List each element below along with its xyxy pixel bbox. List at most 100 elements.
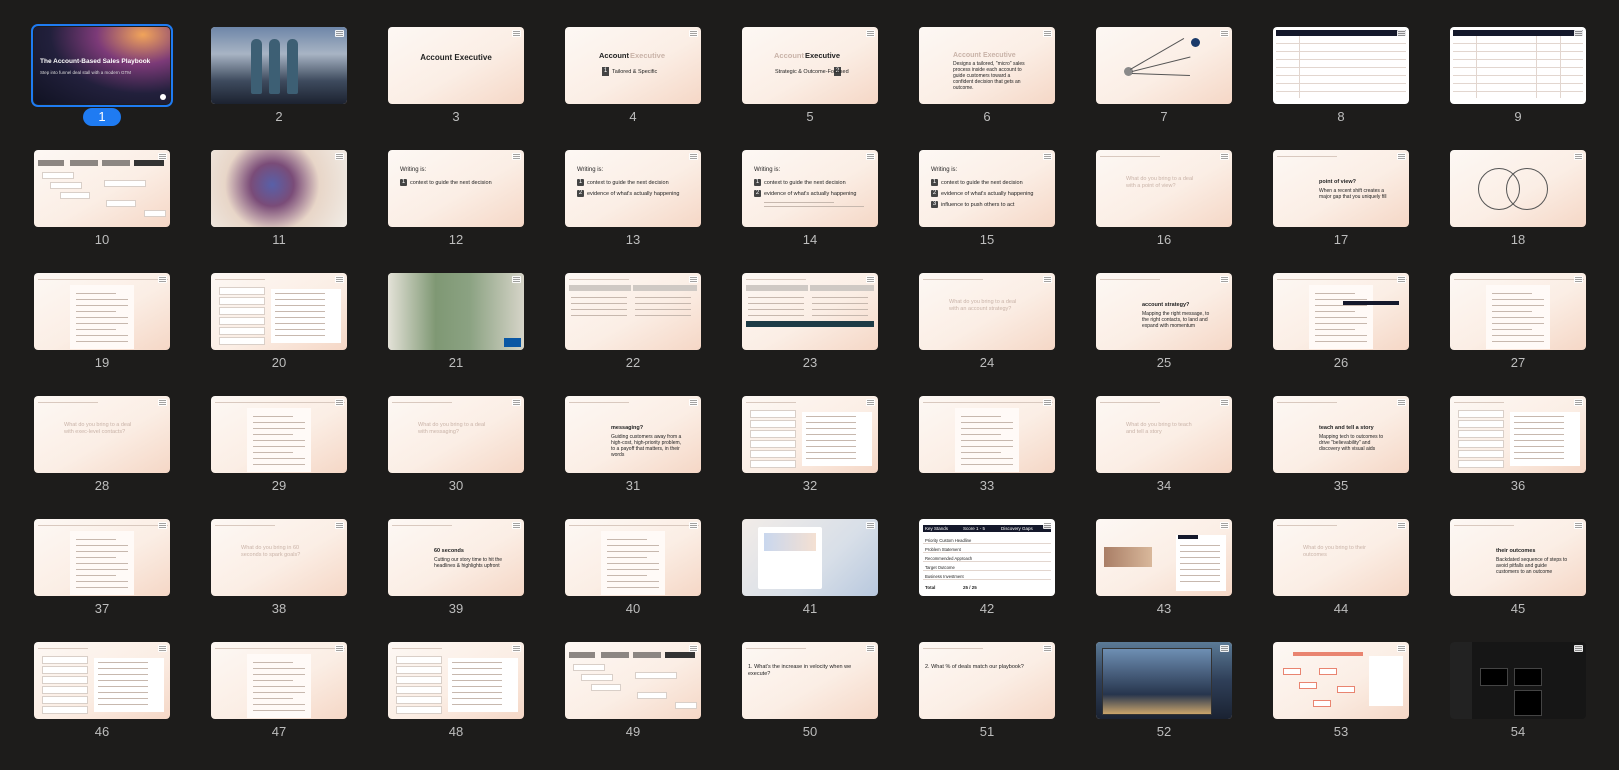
more-options-icon[interactable]	[689, 522, 698, 529]
slide-preview[interactable]	[211, 27, 347, 104]
slide-thumbnail-1[interactable]: The Account-Based Sales Playbook Step int…	[31, 24, 173, 150]
more-options-icon[interactable]	[866, 276, 875, 283]
slide-preview[interactable]	[388, 642, 524, 719]
slide-preview[interactable]	[1096, 642, 1232, 719]
more-options-icon[interactable]	[1220, 399, 1229, 406]
more-options-icon[interactable]	[1574, 522, 1583, 529]
slide-thumbnail-31[interactable]: messaging? Guiding customers away from a …	[565, 396, 701, 519]
slide-thumbnail-40[interactable]: 40	[565, 519, 701, 642]
slide-thumbnail-32[interactable]: 32	[742, 396, 878, 519]
more-options-icon[interactable]	[689, 153, 698, 160]
slide-thumbnail-27[interactable]: 27	[1450, 273, 1586, 396]
more-options-icon[interactable]	[1220, 276, 1229, 283]
slide-preview[interactable]: The Account-Based Sales Playbook Step int…	[31, 24, 173, 107]
slide-preview[interactable]: 60 seconds Cutting our story time to hit …	[388, 519, 524, 596]
slide-thumbnail-5[interactable]: Account Executive 2 Strategic & Outcome-Foc…	[742, 27, 878, 150]
slide-thumbnail-41[interactable]: 41	[742, 519, 878, 642]
more-options-icon[interactable]	[158, 276, 167, 283]
slide-preview[interactable]: What do you bring to a deal with an acco…	[919, 273, 1055, 350]
slide-preview[interactable]: What do you bring to their outcomes	[1273, 519, 1409, 596]
slide-preview[interactable]: What do you bring to a deal with exec-le…	[34, 396, 170, 473]
slide-thumbnail-8[interactable]: 8	[1273, 27, 1409, 150]
slide-preview[interactable]	[1273, 273, 1409, 350]
more-options-icon[interactable]	[512, 399, 521, 406]
slide-thumbnail-46[interactable]: 46	[34, 642, 170, 765]
more-options-icon[interactable]	[512, 645, 521, 652]
slide-thumbnail-49[interactable]: 49	[565, 642, 701, 765]
slide-preview[interactable]	[1450, 27, 1586, 104]
slide-preview[interactable]	[919, 396, 1055, 473]
slide-thumbnail-23[interactable]: 23	[742, 273, 878, 396]
more-options-icon[interactable]	[1397, 30, 1406, 37]
slide-thumbnail-26[interactable]: 26	[1273, 273, 1409, 396]
more-options-icon[interactable]	[1043, 153, 1052, 160]
slide-preview[interactable]: 2. What % of deals match our playbook?	[919, 642, 1055, 719]
slide-preview[interactable]	[211, 150, 347, 227]
more-options-icon[interactable]	[512, 522, 521, 529]
slide-preview[interactable]: Account Executive 1 Tailored & Specific	[565, 27, 701, 104]
slide-thumbnail-12[interactable]: Writing is: 1 context to guide the next de…	[388, 150, 524, 273]
slide-thumbnail-35[interactable]: teach and tell a story Mapping tech to ou…	[1273, 396, 1409, 519]
more-options-icon[interactable]	[1397, 399, 1406, 406]
slide-thumbnail-43[interactable]: 43	[1096, 519, 1232, 642]
slide-thumbnail-19[interactable]: 19	[34, 273, 170, 396]
slide-preview[interactable]: What do you bring in 60 seconds to spark…	[211, 519, 347, 596]
slide-thumbnail-53[interactable]: 53	[1273, 642, 1409, 765]
slide-preview[interactable]: teach and tell a story Mapping tech to ou…	[1273, 396, 1409, 473]
slide-thumbnail-3[interactable]: Account Executive 3	[388, 27, 524, 150]
slide-preview[interactable]	[1450, 642, 1586, 719]
slide-preview[interactable]: Account Executive	[388, 27, 524, 104]
slide-thumbnail-48[interactable]: 48	[388, 642, 524, 765]
slide-thumbnail-37[interactable]: 37	[34, 519, 170, 642]
more-options-icon[interactable]	[1043, 399, 1052, 406]
more-options-icon[interactable]	[1397, 645, 1406, 652]
slide-thumbnail-20[interactable]: 20	[211, 273, 347, 396]
more-options-icon[interactable]	[1397, 153, 1406, 160]
more-options-icon[interactable]	[1220, 645, 1229, 652]
slide-thumbnail-15[interactable]: Writing is: 1 context to guide the next de…	[919, 150, 1055, 273]
slide-thumbnail-2[interactable]: 2	[211, 27, 347, 150]
slide-preview[interactable]	[1273, 27, 1409, 104]
slide-preview[interactable]: Writing is: 1 context to guide the next de…	[742, 150, 878, 227]
slide-preview[interactable]	[742, 396, 878, 473]
more-options-icon[interactable]	[158, 399, 167, 406]
slide-thumbnail-7[interactable]: 7	[1096, 27, 1232, 150]
slide-preview[interactable]	[565, 519, 701, 596]
slide-thumbnail-9[interactable]: 9	[1450, 27, 1586, 150]
more-options-icon[interactable]	[158, 153, 167, 160]
slide-thumbnail-47[interactable]: 47	[211, 642, 347, 765]
slide-preview[interactable]	[211, 396, 347, 473]
slide-preview[interactable]: Account Executive 2 Strategic & Outcome-Foc…	[742, 27, 878, 104]
more-options-icon[interactable]	[335, 399, 344, 406]
slide-preview[interactable]	[1096, 519, 1232, 596]
more-options-icon[interactable]	[335, 645, 344, 652]
more-options-icon[interactable]	[1574, 276, 1583, 283]
slide-preview[interactable]	[388, 273, 524, 350]
more-options-icon[interactable]	[689, 30, 698, 37]
slide-preview[interactable]: Account Executive Designs a tailored, "mi…	[919, 27, 1055, 104]
slide-thumbnail-10[interactable]: 10	[34, 150, 170, 273]
slide-preview[interactable]	[565, 642, 701, 719]
more-options-icon[interactable]	[1220, 153, 1229, 160]
slide-preview[interactable]	[34, 273, 170, 350]
slide-thumbnail-50[interactable]: 1. What's the increase in velocity when …	[742, 642, 878, 765]
slide-thumbnail-42[interactable]: Key Stands Score 1 - 5 Discovery Gaps Prior…	[919, 519, 1055, 642]
slide-thumbnail-44[interactable]: What do you bring to their outcomes 44	[1273, 519, 1409, 642]
slide-preview[interactable]	[742, 519, 878, 596]
slide-thumbnail-54[interactable]: 54	[1450, 642, 1586, 765]
slide-thumbnail-36[interactable]: 36	[1450, 396, 1586, 519]
more-options-icon[interactable]	[1220, 522, 1229, 529]
slide-thumbnail-25[interactable]: account strategy? Mapping the right messa…	[1096, 273, 1232, 396]
more-options-icon[interactable]	[1574, 153, 1583, 160]
slide-preview[interactable]	[34, 150, 170, 227]
more-options-icon[interactable]	[866, 522, 875, 529]
more-options-icon[interactable]	[1397, 276, 1406, 283]
more-options-icon[interactable]	[335, 30, 344, 37]
slide-preview[interactable]: 1. What's the increase in velocity when …	[742, 642, 878, 719]
slide-preview[interactable]: Key Stands Score 1 - 5 Discovery Gaps Prior…	[919, 519, 1055, 596]
slide-preview[interactable]: messaging? Guiding customers away from a …	[565, 396, 701, 473]
slide-preview[interactable]	[1096, 27, 1232, 104]
more-options-icon[interactable]	[866, 153, 875, 160]
slide-preview[interactable]	[1450, 273, 1586, 350]
more-options-icon[interactable]	[335, 522, 344, 529]
